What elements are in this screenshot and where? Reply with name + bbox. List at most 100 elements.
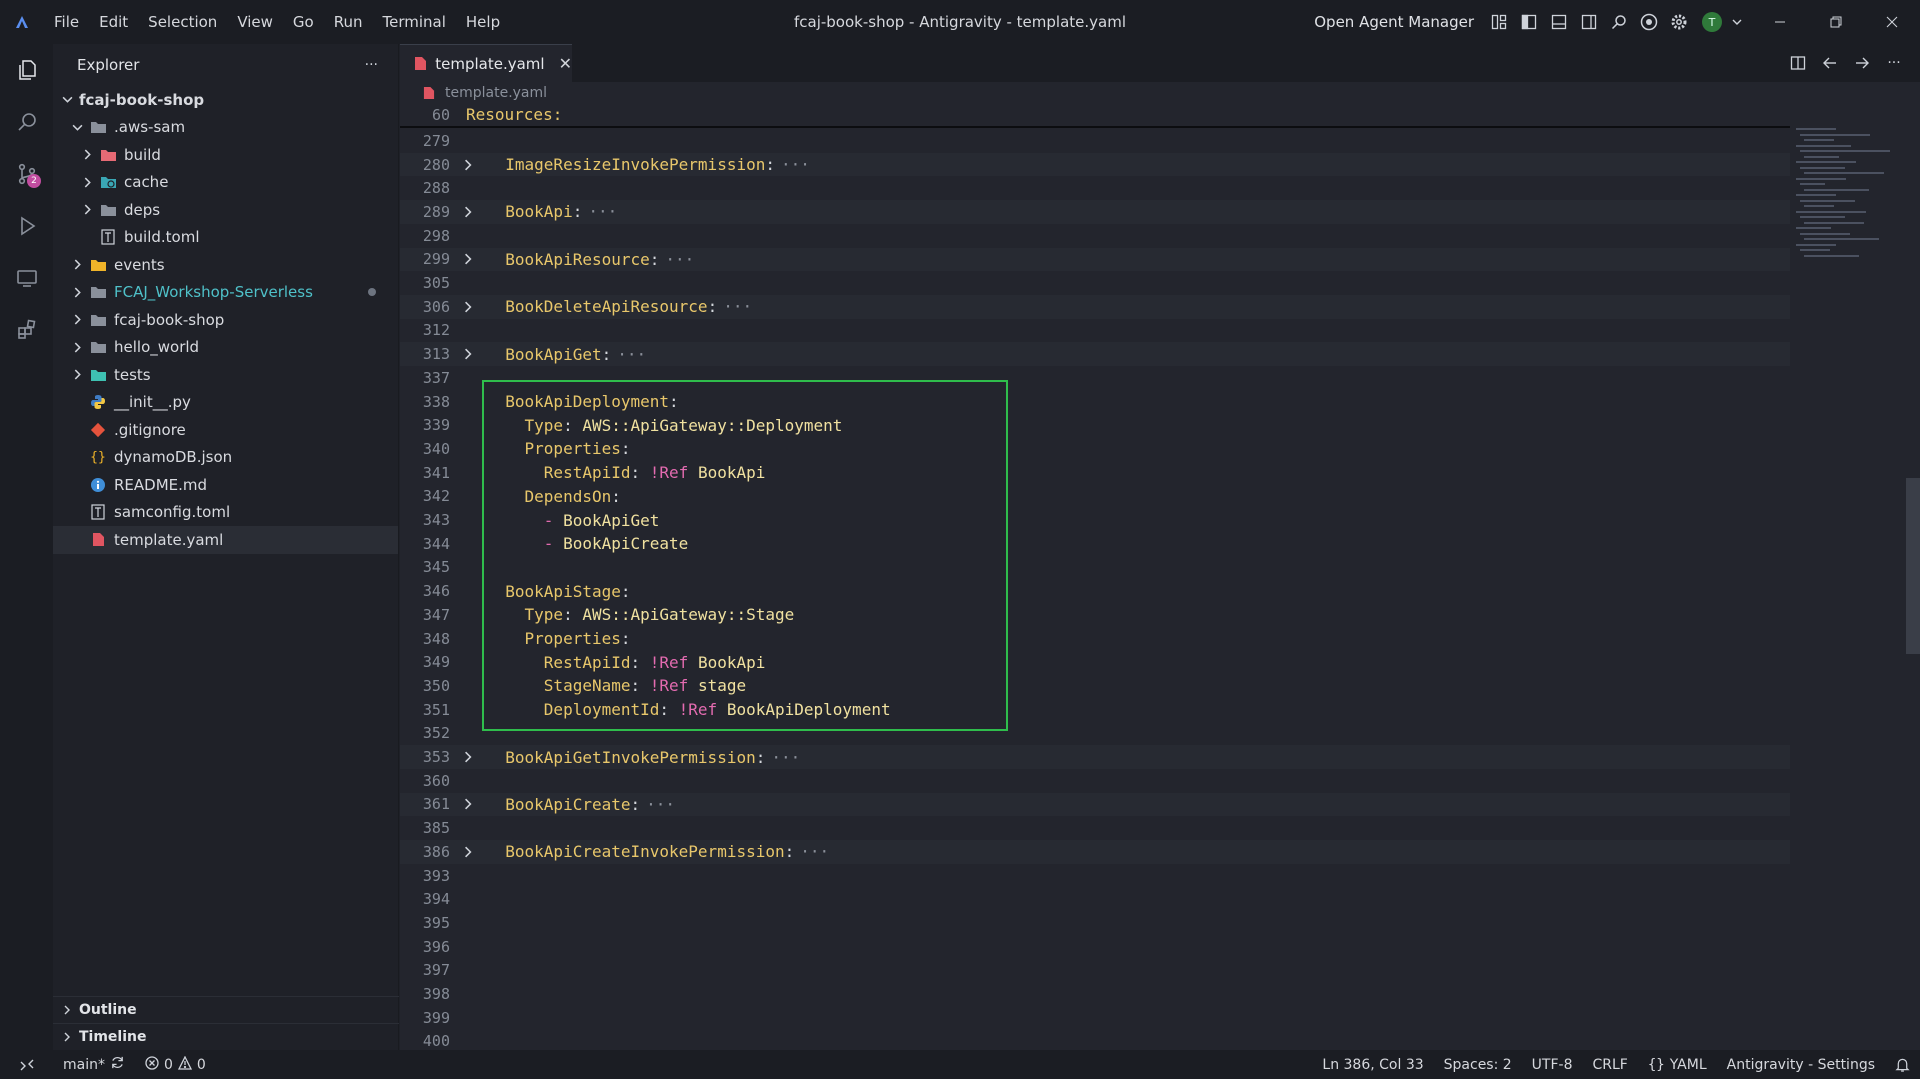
code-line[interactable]: 385	[400, 816, 1790, 840]
code-line[interactable]: 340 Properties:	[400, 437, 1790, 461]
menu-help[interactable]: Help	[456, 0, 510, 44]
settings-status[interactable]: Antigravity - Settings	[1717, 1057, 1885, 1073]
explorer-root-folder[interactable]: fcaj-book-shop	[53, 86, 398, 114]
notifications-bell-icon[interactable]	[1885, 1057, 1920, 1072]
code-line[interactable]: 279	[400, 129, 1790, 153]
indentation-status[interactable]: Spaces: 2	[1434, 1057, 1522, 1073]
account-avatar[interactable]: T	[1702, 12, 1722, 32]
remote-explorer-icon[interactable]	[0, 252, 53, 304]
scroll-thumb[interactable]	[1906, 478, 1920, 654]
folded-ellipsis[interactable]: ···	[646, 795, 675, 814]
code-line[interactable]: 400	[400, 1030, 1790, 1050]
timeline-section[interactable]: Timeline	[53, 1023, 399, 1050]
code-line[interactable]: 397	[400, 959, 1790, 983]
tree-item[interactable]: samconfig.toml	[53, 499, 398, 527]
minimize-window-icon[interactable]	[1752, 0, 1808, 44]
code-line[interactable]: 280 ImageResizeInvokePermission: ···	[400, 152, 1790, 177]
outline-section[interactable]: Outline	[53, 996, 399, 1023]
code-line[interactable]: 396	[400, 935, 1790, 959]
tree-item[interactable]: cache	[53, 169, 398, 197]
eol-status[interactable]: CRLF	[1582, 1057, 1637, 1073]
tree-item[interactable]: tests	[53, 361, 398, 389]
code-line[interactable]: 306 BookDeleteApiResource: ···	[400, 294, 1790, 319]
code-line[interactable]: 395	[400, 911, 1790, 935]
go-back-icon[interactable]	[1814, 44, 1846, 82]
branch-status[interactable]: main*	[53, 1055, 135, 1074]
open-agent-manager-button[interactable]: Open Agent Manager	[1314, 13, 1474, 31]
code-line[interactable]: 386 BookApiCreateInvokePermission: ···	[400, 840, 1790, 864]
code-line[interactable]: 351 DeploymentId: !Ref BookApiDeployment	[400, 698, 1790, 722]
tree-item[interactable]: template.yaml	[53, 526, 398, 554]
tree-item[interactable]: fcaj-book-shop	[53, 306, 398, 334]
tree-item[interactable]: FCAJ_Workshop-Serverless	[53, 279, 398, 307]
code-line[interactable]: 393	[400, 864, 1790, 888]
run-debug-icon[interactable]	[0, 200, 53, 252]
menu-run[interactable]: Run	[324, 0, 373, 44]
menu-file[interactable]: File	[44, 0, 89, 44]
code-line[interactable]: 398	[400, 982, 1790, 1006]
explorer-icon[interactable]	[0, 44, 53, 96]
menu-selection[interactable]: Selection	[138, 0, 227, 44]
fold-chevron-icon[interactable]	[450, 798, 486, 810]
code-line[interactable]: 312	[400, 319, 1790, 343]
tree-item[interactable]: events	[53, 251, 398, 279]
problems-status[interactable]: 0 0	[135, 1055, 216, 1074]
code-line[interactable]: 350 StageName: !Ref stage	[400, 674, 1790, 698]
tab-template-yaml[interactable]: template.yaml ✕	[400, 44, 572, 82]
code-line[interactable]: 352	[400, 722, 1790, 746]
folded-ellipsis[interactable]: ···	[723, 297, 752, 316]
chevron-down-icon[interactable]	[1722, 0, 1752, 44]
code-line[interactable]: 288	[400, 176, 1790, 200]
toggle-panel-icon[interactable]	[1544, 0, 1574, 44]
code-line[interactable]: 305	[400, 271, 1790, 295]
fold-chevron-icon[interactable]	[450, 206, 486, 218]
code-line[interactable]: 361 BookApiCreate: ···	[400, 792, 1790, 817]
more-actions-icon[interactable]: ···	[1878, 44, 1910, 82]
remote-indicator-icon[interactable]	[0, 1050, 53, 1079]
toggle-primary-sidebar-icon[interactable]	[1514, 0, 1544, 44]
settings-gear-icon[interactable]	[1664, 0, 1694, 44]
search-icon[interactable]	[0, 96, 53, 148]
tree-item[interactable]: build.toml	[53, 224, 398, 252]
code-line[interactable]: 338 BookApiDeployment:	[400, 390, 1790, 414]
code-line[interactable]: 342 DependsOn:	[400, 485, 1790, 509]
tree-item[interactable]: .gitignore	[53, 416, 398, 444]
folded-ellipsis[interactable]: ···	[771, 748, 800, 767]
code-editor[interactable]: 60 Resources: 279 280 ImageResizeInvokePerm…	[400, 104, 1790, 1050]
tree-item[interactable]: build	[53, 141, 398, 169]
code-line[interactable]: 344 - BookApiCreate	[400, 532, 1790, 556]
code-line[interactable]: 341 RestApiId: !Ref BookApi	[400, 461, 1790, 485]
minimap[interactable]	[1790, 104, 1908, 504]
folded-ellipsis[interactable]: ···	[800, 842, 829, 861]
tree-item[interactable]: deps	[53, 196, 398, 224]
tree-item[interactable]: hello_world	[53, 334, 398, 362]
browser-icon[interactable]	[1634, 0, 1664, 44]
sticky-scroll-line[interactable]: 60 Resources:	[400, 104, 1790, 128]
folded-ellipsis[interactable]: ···	[781, 155, 810, 174]
folded-ellipsis[interactable]: ···	[665, 250, 694, 269]
fold-chevron-icon[interactable]	[450, 301, 486, 313]
encoding-status[interactable]: UTF-8	[1522, 1057, 1583, 1073]
go-forward-icon[interactable]	[1846, 44, 1878, 82]
split-editor-icon[interactable]	[1782, 44, 1814, 82]
search-icon[interactable]	[1604, 0, 1634, 44]
code-line[interactable]: 346 BookApiStage:	[400, 579, 1790, 603]
code-line[interactable]: 298	[400, 224, 1790, 248]
close-tab-icon[interactable]: ✕	[559, 54, 572, 73]
fold-chevron-icon[interactable]	[450, 253, 486, 265]
code-line[interactable]: 343 - BookApiGet	[400, 508, 1790, 532]
folded-ellipsis[interactable]: ···	[588, 202, 617, 221]
restore-window-icon[interactable]	[1808, 0, 1864, 44]
fold-chevron-icon[interactable]	[450, 348, 486, 360]
code-line[interactable]: 345	[400, 556, 1790, 580]
tree-item[interactable]: README.md	[53, 471, 398, 499]
code-line[interactable]: 299 BookApiResource: ···	[400, 247, 1790, 272]
code-line[interactable]: 394	[400, 887, 1790, 911]
vertical-scrollbar[interactable]	[1906, 104, 1920, 1050]
code-line[interactable]: 348 Properties:	[400, 627, 1790, 651]
customize-layout-icon[interactable]	[1484, 0, 1514, 44]
code-line[interactable]: 360	[400, 769, 1790, 793]
fold-chevron-icon[interactable]	[450, 846, 486, 858]
code-line[interactable]: 289 BookApi: ···	[400, 200, 1790, 224]
code-line[interactable]: 339 Type: AWS::ApiGateway::Deployment	[400, 413, 1790, 437]
